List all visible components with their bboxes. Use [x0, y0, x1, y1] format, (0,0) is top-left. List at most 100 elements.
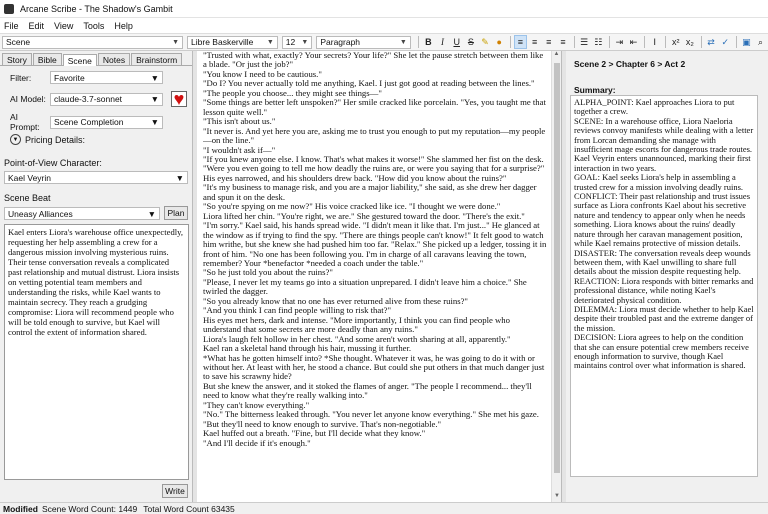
left-panel: Story Bible Scene Notes Brainstorm Filte… [0, 51, 193, 502]
editor-paragraph[interactable]: But she knew the answer, and it stoked t… [203, 381, 549, 401]
chevron-down-icon: ▼ [399, 38, 407, 46]
align-right-button[interactable]: ≡ [542, 35, 555, 49]
ai-prompt-label: AI Prompt: [10, 112, 40, 132]
manuscript-editor[interactable]: "Trusted with what, exactly? Your secret… [203, 51, 549, 496]
menu-file[interactable]: File [4, 21, 19, 31]
modified-status: Modified [3, 503, 38, 514]
outdent-button[interactable]: ⇤ [627, 35, 640, 49]
tab-scene[interactable]: Scene [62, 54, 97, 66]
editor-paragraph[interactable]: "No." The bitterness leaked through. "Yo… [203, 410, 549, 429]
superscript-button[interactable]: x² [669, 35, 682, 49]
editor-paragraph[interactable]: "And I'll decide if it's enough." [203, 438, 549, 448]
pov-select[interactable]: Kael Veyrin ▼ [4, 171, 188, 184]
window-title: Arcane Scribe - The Shadow's Gambit [20, 3, 173, 14]
summary-line: GOAL: Kael seeks Liora's help in assembl… [574, 172, 744, 192]
chevron-down-icon: ▼ [147, 208, 156, 219]
translate-icon[interactable]: ⇄ [704, 35, 717, 49]
left-tabs: Story Bible Scene Notes Brainstorm [0, 51, 192, 66]
find-icon[interactable]: ⌕ [754, 35, 767, 49]
chevron-down-icon: ▼ [150, 94, 159, 104]
menu-tools[interactable]: Tools [83, 21, 104, 31]
bullet-list-button[interactable]: ☰ [578, 35, 591, 49]
paragraph-style-select[interactable]: Paragraph ▼ [316, 35, 411, 49]
tab-bible[interactable]: Bible [32, 53, 62, 65]
scroll-down-icon[interactable]: ▼ [552, 493, 562, 502]
breadcrumb: Scene 2 > Chapter 6 > Act 2 [574, 59, 686, 69]
summary-line: DILEMMA: Liora must decide whether to he… [574, 303, 754, 333]
pricing-details-label[interactable]: Pricing Details: [25, 135, 85, 145]
tab-notes[interactable]: Notes [97, 53, 131, 65]
menu-bar: File Edit View Tools Help [0, 18, 768, 33]
plan-button[interactable]: Plan [164, 206, 188, 220]
scene-beat-text[interactable]: Kael enters Liora's warehouse office une… [4, 224, 189, 480]
editor-paragraph[interactable]: "It never is. And yet here you are, aski… [203, 126, 549, 146]
editor-paragraph[interactable]: "It's my business to manage risk, and yo… [203, 183, 549, 202]
title-bar: Arcane Scribe - The Shadow's Gambit [0, 0, 768, 18]
editor-scrollbar[interactable]: ▲ ▼ [551, 51, 561, 502]
summary-line: DISASTER: The conversation reveals deep … [574, 247, 751, 277]
write-button[interactable]: Write [162, 484, 188, 498]
ai-prompt-select[interactable]: Scene Completion ▼ [50, 115, 163, 129]
filter-select[interactable]: Favorite ▼ [50, 71, 163, 84]
editor-paragraph[interactable]: His eyes met hers, dark and intense. "Mo… [203, 315, 549, 335]
numbered-list-button[interactable]: ☷ [592, 35, 605, 49]
pov-label: Point-of-View Character: [4, 158, 102, 168]
strikethrough-button[interactable]: S [464, 35, 477, 49]
editor-paragraph[interactable]: "Trusted with what, exactly? Your secret… [203, 51, 549, 70]
format-toolbar: Scene ▼ Libre Baskerville ▼ 12 ▼ Paragraph ▼… [0, 33, 768, 51]
editor-paragraph[interactable]: "Some things are better left unspoken?" … [203, 98, 549, 117]
editor-paragraph[interactable]: "I'm sorry." Kael said, his hands spread… [203, 220, 549, 268]
menu-edit[interactable]: Edit [29, 21, 45, 31]
summary-label: Summary: [574, 85, 616, 95]
spellcheck-icon[interactable]: ✓ [719, 35, 732, 49]
menu-help[interactable]: Help [114, 21, 133, 31]
status-bar: Modified Scene Word Count: 1449 Total Wo… [0, 502, 768, 514]
summary-line: SCENE: In a warehouse office, Liora Nael… [574, 115, 754, 173]
chevron-down-icon: ▼ [301, 38, 309, 46]
chevron-down-icon: ▼ [150, 72, 159, 83]
underline-button[interactable]: U [450, 35, 463, 49]
bold-button[interactable]: B [422, 35, 435, 49]
indent-button[interactable]: ⇥ [613, 35, 626, 49]
favorite-heart-button[interactable]: ♥ [171, 90, 187, 108]
font-select[interactable]: Libre Baskerville ▼ [187, 35, 278, 49]
tab-story[interactable]: Story [2, 53, 32, 65]
justify-button[interactable]: ≡ [556, 35, 569, 49]
highlighter-icon[interactable]: ✎ [478, 35, 491, 49]
align-left-button[interactable]: ≡ [513, 35, 528, 49]
app-logo-icon [4, 3, 14, 14]
editor-paragraph[interactable]: "If you knew anyone else. I know. That's… [203, 154, 549, 174]
align-center-button[interactable]: ≡ [528, 35, 541, 49]
chevron-down-icon: ▼ [266, 38, 274, 46]
summary-line: CONFLICT: Their past relationship and tr… [574, 191, 751, 249]
chevron-down-icon: ▼ [150, 117, 159, 127]
filter-label: Filter: [10, 72, 32, 83]
total-word-count: Total Word Count 63435 [143, 503, 235, 514]
chevron-down-icon: ▼ [175, 172, 184, 183]
scene-word-count: Scene Word Count: 1449 [41, 503, 138, 514]
summary-text[interactable]: ALPHA_POINT: Kael approaches Liora to pu… [570, 95, 758, 477]
scene-beat-label: Scene Beat [4, 193, 51, 203]
summary-line: ALPHA_POINT: Kael approaches Liora to pu… [574, 97, 735, 117]
editor-panel: "Trusted with what, exactly? Your secret… [197, 51, 562, 502]
menu-view[interactable]: View [54, 21, 73, 31]
scroll-thumb[interactable] [554, 63, 560, 473]
summary-line: REACTION: Liora responds with bitter rem… [574, 275, 754, 305]
color-palette-icon[interactable]: ● [493, 35, 506, 49]
subscript-button[interactable]: x₂ [683, 35, 696, 49]
scene-beat-select[interactable]: Uneasy Alliances ▼ [4, 207, 160, 220]
scroll-up-icon[interactable]: ▲ [552, 51, 561, 60]
chevron-down-icon: ▼ [172, 38, 180, 46]
editor-paragraph[interactable]: "Please, I never let my teams go into a … [203, 277, 549, 297]
ai-model-label: AI Model: [10, 94, 46, 104]
tab-brainstorm[interactable]: Brainstorm [131, 53, 183, 65]
summary-line: DECISION: Liora agrees to help on the co… [574, 332, 749, 371]
italic-button[interactable]: I [436, 35, 449, 49]
editor-paragraph[interactable]: *What has he gotten himself into? *She t… [203, 353, 549, 382]
scope-select[interactable]: Scene ▼ [2, 35, 184, 49]
expand-pricing-icon[interactable]: ▼ [10, 134, 21, 145]
font-size-select[interactable]: 12 ▼ [281, 35, 313, 49]
image-icon[interactable]: ▣ [740, 35, 753, 49]
ai-model-select[interactable]: claude-3.7-sonnet ▼ [50, 92, 163, 106]
clear-format-button[interactable]: Ⅰ [648, 35, 661, 49]
